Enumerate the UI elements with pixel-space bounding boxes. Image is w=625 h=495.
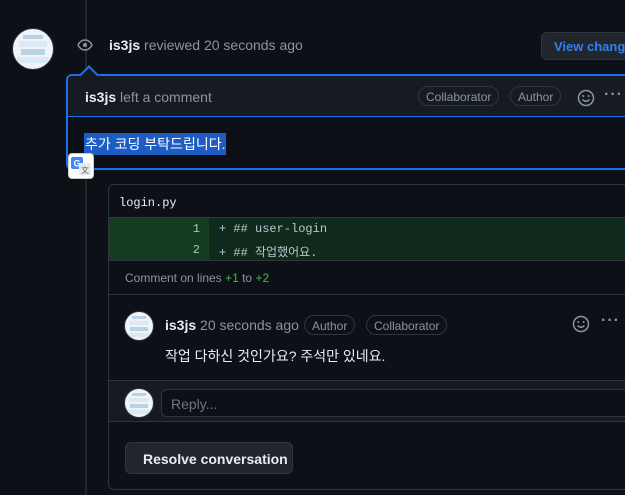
diff-code: + ## user-login	[219, 222, 328, 236]
google-translate-icon[interactable]: G 文	[68, 153, 94, 179]
comment-action: left a comment	[120, 89, 212, 105]
lines-note-to: +2	[255, 271, 270, 285]
comment-body: 추가 코딩 부탁드립니다.	[84, 133, 227, 155]
author-badge: Author	[304, 315, 356, 335]
reply-author-line: is3js 20 seconds ago	[165, 317, 299, 333]
comment-caret	[79, 65, 99, 85]
current-user-avatar	[124, 388, 154, 418]
diff-row: 1 + ## user-login	[109, 218, 625, 239]
kebab-icon[interactable]: ···	[604, 86, 624, 106]
review-action: reviewed	[144, 37, 201, 53]
diff-code: + ## 작업했어요.	[219, 246, 318, 260]
comment-author-line: is3js left a comment	[85, 89, 212, 105]
reply-body: 작업 다하신 것인가요? 주석만 있네요.	[165, 348, 386, 364]
collaborator-badge: Collaborator	[366, 315, 448, 335]
reviewer-avatar[interactable]	[12, 28, 54, 70]
author-badge: Author	[510, 86, 562, 106]
review-user[interactable]: is3js	[109, 37, 140, 53]
resolve-conversation-button[interactable]: Resolve conversation	[125, 442, 293, 474]
reply-area: Reply...	[109, 380, 625, 422]
reply-input[interactable]: Reply...	[161, 389, 625, 417]
smiley-icon[interactable]	[571, 314, 591, 334]
svg-text:文: 文	[81, 165, 89, 175]
review-header: is3js reviewed 20 seconds ago	[109, 37, 303, 53]
collaborator-badge: Collaborator	[418, 86, 500, 106]
kebab-icon[interactable]: ···	[601, 312, 621, 332]
comment-header: is3js left a comment Collaborator Author…	[68, 65, 625, 117]
comment-user[interactable]: is3js	[85, 89, 116, 105]
lines-note-prefix: Comment on lines	[125, 271, 222, 285]
eye-icon	[77, 39, 93, 51]
lines-note-from: +1	[225, 271, 239, 285]
reply-time[interactable]: 20 seconds ago	[200, 317, 299, 333]
diff-hunk: 1 + ## user-login 2 + ## 작업했어요.	[109, 217, 625, 261]
reply-author-avatar[interactable]	[124, 311, 154, 341]
smiley-icon[interactable]	[576, 88, 596, 108]
diff-line-number[interactable]: 1	[109, 218, 209, 239]
review-comment: is3js left a comment Collaborator Author…	[66, 65, 625, 170]
lines-note-to-word: to	[242, 271, 253, 285]
file-name[interactable]: login.py	[119, 196, 177, 210]
view-changes-button[interactable]: View changes	[541, 32, 625, 60]
comment-lines-note: Comment on lines +1 to +2	[109, 260, 625, 295]
file-review-thread: login.py 1 + ## user-login 2 + ## 작업했어요.…	[108, 184, 625, 490]
diff-row: 2 + ## 작업했어요.	[109, 239, 625, 260]
review-time[interactable]: 20 seconds ago	[204, 37, 303, 53]
reply-user[interactable]: is3js	[165, 317, 196, 333]
diff-line-number[interactable]: 2	[109, 239, 209, 260]
